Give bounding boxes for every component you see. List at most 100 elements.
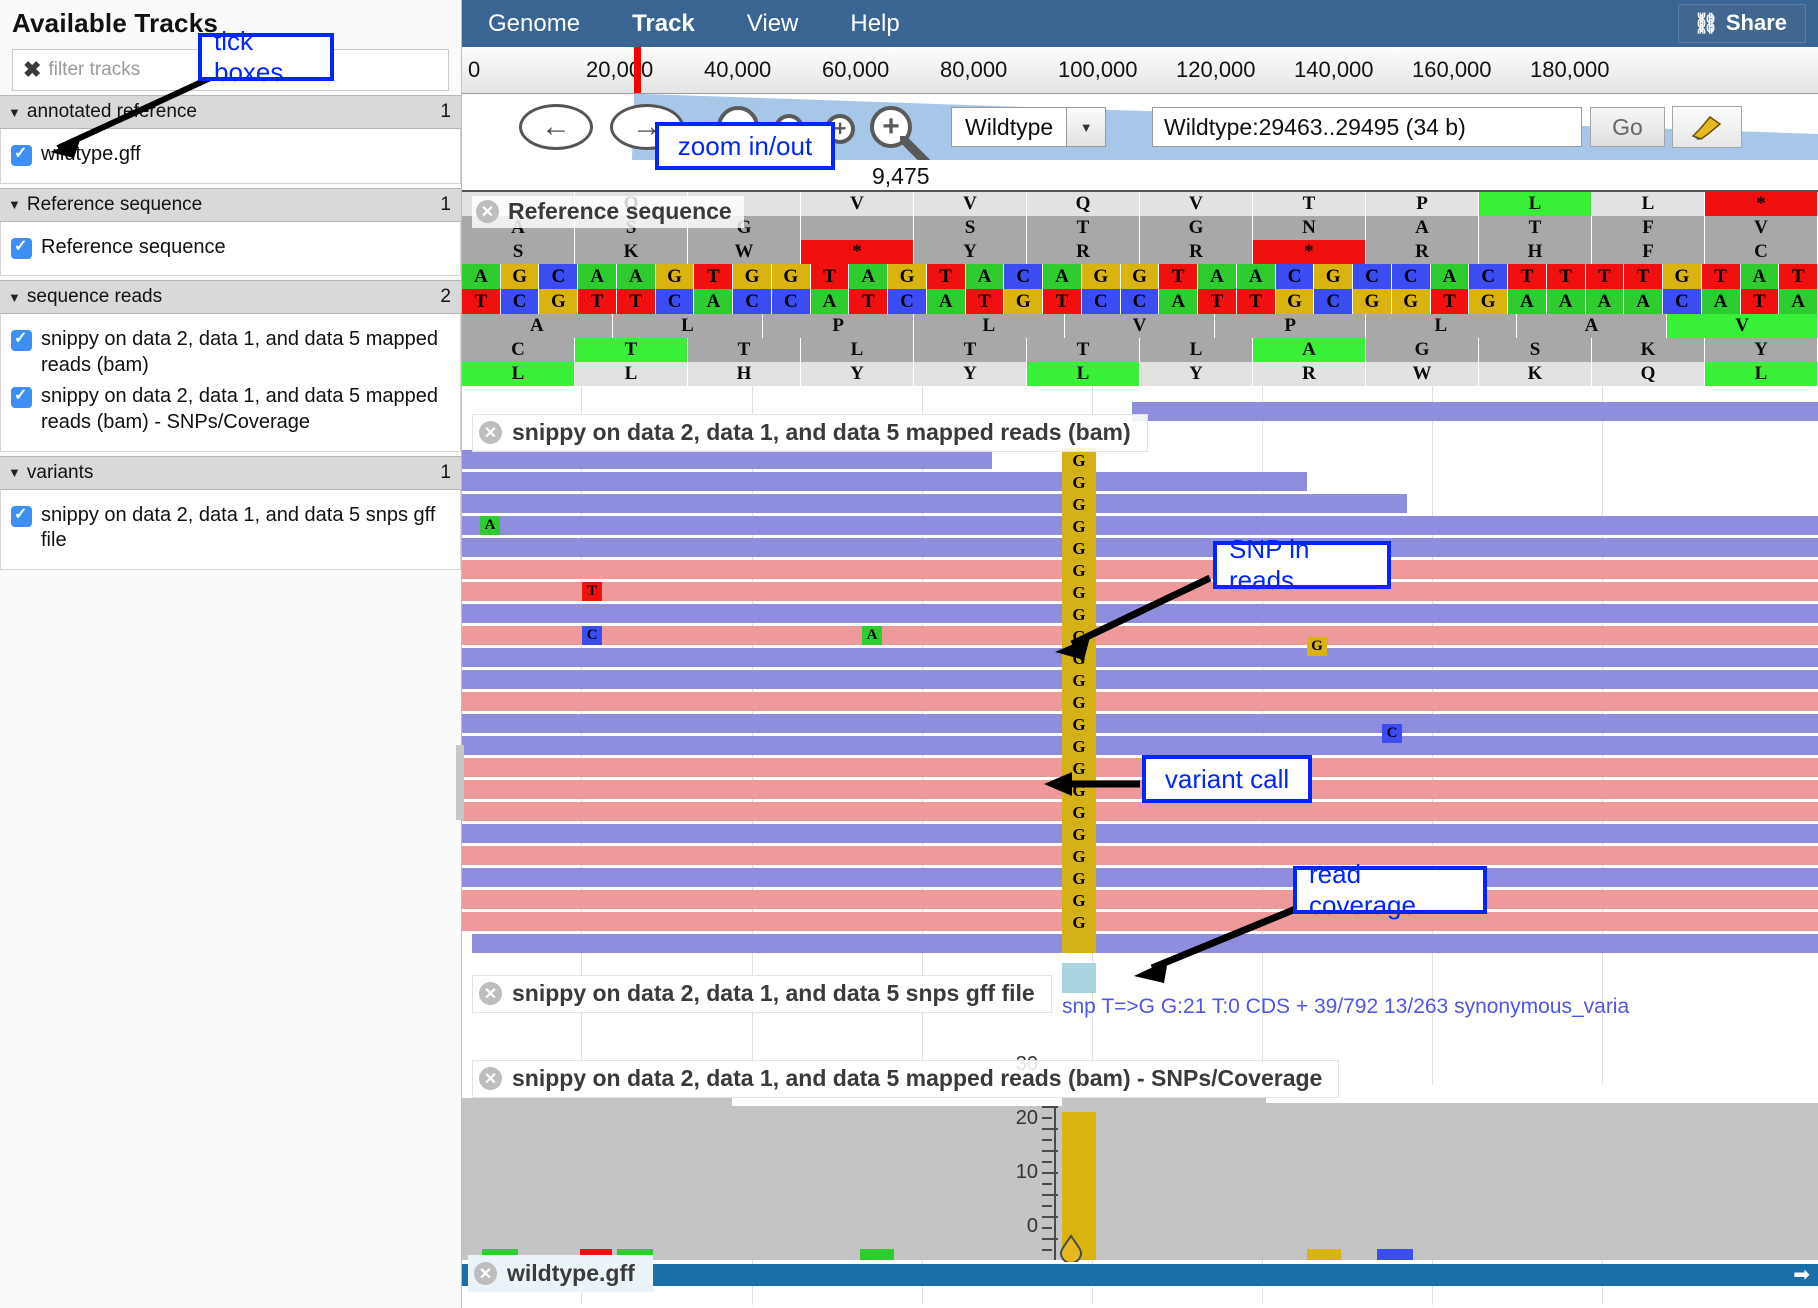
base-cell: A bbox=[966, 264, 1005, 289]
read-alignment[interactable] bbox=[462, 626, 1818, 645]
read-alignment[interactable] bbox=[462, 604, 1818, 623]
track-group-header-annotated-reference[interactable]: ▼annotated reference1 bbox=[0, 95, 461, 129]
caret-down-icon[interactable]: ▼ bbox=[8, 290, 21, 305]
close-icon[interactable]: ✕ bbox=[479, 421, 502, 444]
reference-sequence-select[interactable]: Wildtype ▼ bbox=[951, 107, 1106, 147]
read-alignment[interactable] bbox=[462, 582, 1818, 601]
reference-sequence-track-title[interactable]: ✕ Reference sequence bbox=[472, 196, 744, 228]
amino-acid-cell: L bbox=[462, 362, 575, 386]
close-icon[interactable]: ✕ bbox=[474, 1262, 497, 1285]
base-cell: T bbox=[1779, 264, 1818, 289]
read-alignment[interactable] bbox=[462, 560, 1818, 579]
read-alignment[interactable] bbox=[462, 670, 1818, 689]
track-group-header-variants[interactable]: ▼variants1 bbox=[0, 456, 461, 490]
coverage-axis-tick bbox=[1042, 1106, 1058, 1108]
read-alignment[interactable] bbox=[462, 868, 1818, 887]
chevron-down-icon[interactable]: ▼ bbox=[1066, 107, 1106, 147]
coverage-axis-tick-label: 10 bbox=[992, 1161, 1038, 1184]
read-alignment[interactable] bbox=[462, 494, 1407, 513]
read-alignment[interactable] bbox=[462, 736, 1818, 755]
close-icon[interactable]: ✕ bbox=[479, 1067, 502, 1090]
amino-acid-cell: G bbox=[1140, 216, 1253, 240]
gff-feature-bar[interactable] bbox=[462, 1264, 1818, 1286]
genome-overview-ruler[interactable]: 020,00040,00060,00080,000100,000120,0001… bbox=[462, 47, 1818, 94]
close-icon[interactable]: ✕ bbox=[476, 200, 499, 223]
refseq-selected-value: Wildtype bbox=[951, 107, 1066, 147]
base-cell: A bbox=[1702, 289, 1741, 314]
coverage-track-title[interactable]: ✕ snippy on data 2, data 1, and data 5 m… bbox=[472, 1060, 1339, 1098]
variant-feature-label[interactable]: snp T=>G G:21 T:0 CDS + 39/792 13/263 sy… bbox=[1062, 995, 1629, 1019]
caret-down-icon[interactable]: ▼ bbox=[8, 465, 21, 480]
base-cell: T bbox=[811, 264, 850, 289]
amino-acid-cell: T bbox=[1027, 216, 1140, 240]
read-alignment[interactable] bbox=[462, 758, 1818, 777]
snp-base-letter: G bbox=[1062, 802, 1096, 824]
read-alignment[interactable] bbox=[462, 648, 1818, 667]
read-alignment[interactable] bbox=[462, 780, 1818, 799]
track-group-body: snippy on data 2, data 1, and data 5 map… bbox=[0, 314, 461, 451]
track-checkbox[interactable] bbox=[11, 506, 32, 527]
base-cell: T bbox=[1237, 289, 1276, 314]
location-input[interactable]: Wildtype:29463..29495 (34 b) bbox=[1152, 107, 1582, 147]
base-cell: T bbox=[1586, 264, 1625, 289]
track-group-name: variants bbox=[27, 462, 441, 484]
read-alignment[interactable] bbox=[462, 538, 1818, 557]
base-cell: T bbox=[694, 264, 733, 289]
track-list-item[interactable]: Reference sequence bbox=[7, 232, 454, 264]
local-coordinate-label: 9,475 bbox=[872, 163, 930, 190]
track-list-item[interactable]: snippy on data 2, data 1, and data 5 snp… bbox=[7, 500, 454, 557]
read-alignment[interactable] bbox=[462, 714, 1818, 733]
read-alignment[interactable] bbox=[462, 516, 1818, 535]
read-alignment[interactable] bbox=[462, 692, 1818, 711]
menu-track[interactable]: Track bbox=[606, 10, 721, 38]
snp-base-letter: G bbox=[1062, 824, 1096, 846]
share-button[interactable]: ⛓ Share bbox=[1678, 4, 1806, 43]
base-cell: G bbox=[1353, 289, 1392, 314]
track-list-item[interactable]: wildtype.gff bbox=[7, 139, 454, 171]
read-alignment[interactable] bbox=[462, 890, 1818, 909]
amino-acid-cell: F bbox=[1592, 240, 1705, 264]
read-alignment[interactable] bbox=[462, 450, 992, 469]
track-list-item[interactable]: snippy on data 2, data 1, and data 5 map… bbox=[7, 381, 454, 438]
track-list-item[interactable]: snippy on data 2, data 1, and data 5 map… bbox=[7, 324, 454, 381]
read-alignment[interactable] bbox=[462, 802, 1818, 821]
amino-acid-cell: L bbox=[1140, 338, 1253, 362]
sidebar-scroll-thumb[interactable] bbox=[456, 745, 464, 820]
track-group-header-reference-sequence[interactable]: ▼Reference sequence1 bbox=[0, 188, 461, 222]
read-alignment[interactable] bbox=[472, 934, 1818, 953]
track-checkbox[interactable] bbox=[11, 238, 32, 259]
go-button[interactable]: Go bbox=[1590, 107, 1665, 147]
track-checkbox[interactable] bbox=[11, 387, 32, 408]
amino-acid-cell: L bbox=[613, 314, 764, 338]
track-group-header-sequence-reads[interactable]: ▼sequence reads2 bbox=[0, 280, 461, 314]
mapped-reads-track-title[interactable]: ✕ snippy on data 2, data 1, and data 5 m… bbox=[472, 414, 1148, 452]
menu-help[interactable]: Help bbox=[824, 10, 925, 38]
menu-view[interactable]: View bbox=[721, 10, 825, 38]
clear-filter-icon[interactable]: ✖ bbox=[23, 57, 41, 83]
caret-down-icon[interactable]: ▼ bbox=[8, 197, 21, 212]
pan-left-button[interactable]: ← bbox=[519, 104, 593, 150]
track-checkbox[interactable] bbox=[11, 145, 32, 166]
close-icon[interactable]: ✕ bbox=[479, 982, 502, 1005]
snp-base-letter: G bbox=[1062, 450, 1096, 472]
mapped-reads-track: ATCAGC GGGGGGGGGGGGGGGGGGGGGG ✕ snippy o… bbox=[462, 402, 1818, 762]
caret-down-icon[interactable]: ▼ bbox=[8, 105, 21, 120]
base-cell: G bbox=[733, 264, 772, 289]
read-alignment[interactable] bbox=[462, 912, 1818, 931]
read-alignment[interactable] bbox=[1132, 402, 1818, 421]
snp-base-letter: G bbox=[1062, 626, 1096, 648]
highlighter-icon[interactable] bbox=[1672, 106, 1742, 148]
menu-genome[interactable]: Genome bbox=[462, 10, 606, 38]
track-checkbox[interactable] bbox=[11, 330, 32, 351]
read-alignment[interactable] bbox=[462, 824, 1818, 843]
amino-acid-cell: C bbox=[462, 338, 575, 362]
amino-acid-cell: V bbox=[801, 192, 914, 216]
wildtype-gff-track-title[interactable]: ✕ wildtype.gff bbox=[468, 1255, 653, 1292]
read-alignment[interactable] bbox=[462, 846, 1818, 865]
base-cell: G bbox=[1004, 289, 1043, 314]
variants-track-title[interactable]: ✕ snippy on data 2, data 1, and data 5 s… bbox=[472, 975, 1052, 1013]
variant-feature-box[interactable] bbox=[1062, 963, 1096, 993]
base-cell: G bbox=[539, 289, 578, 314]
read-alignment[interactable] bbox=[462, 472, 1307, 491]
overview-location-marker bbox=[634, 47, 641, 94]
